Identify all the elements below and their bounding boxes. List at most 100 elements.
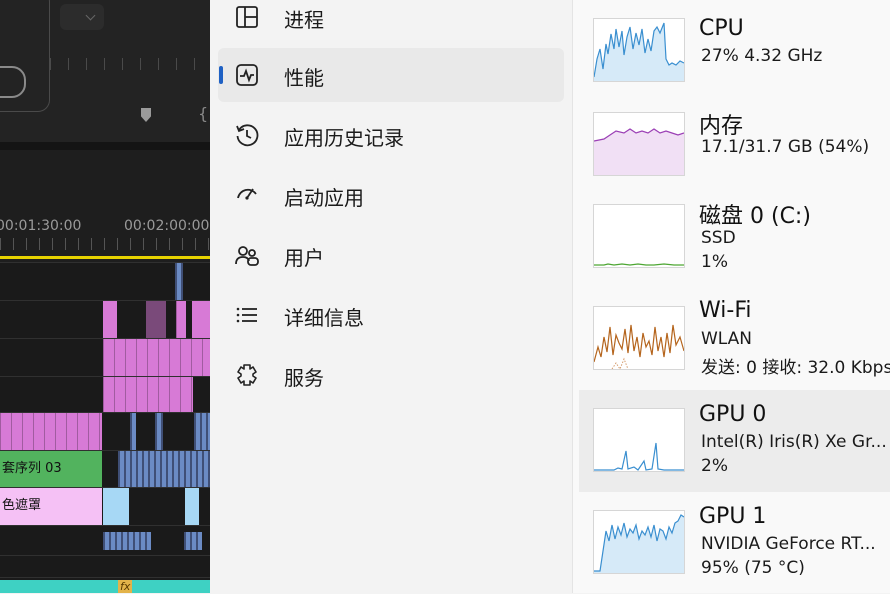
timeline-track[interactable] <box>0 555 210 578</box>
timeline-clip[interactable] <box>103 301 117 339</box>
timeline-clip[interactable] <box>146 301 166 339</box>
timeline-clip[interactable] <box>130 413 136 451</box>
timeline-clip[interactable] <box>103 532 151 550</box>
timeline-track[interactable] <box>0 525 210 556</box>
nav-item-label: 性能 <box>284 66 324 90</box>
timeline-track[interactable]: fx <box>0 577 210 593</box>
timeline-ruler <box>0 238 210 250</box>
perf-item-detail: 1% <box>701 252 728 272</box>
perf-item-name: GPU 0 <box>699 402 767 427</box>
perf-item-name: GPU 1 <box>699 504 767 529</box>
gpu-1-graph-chart <box>594 514 684 573</box>
wifi-graph <box>593 306 685 370</box>
processes-icon <box>236 6 258 28</box>
nav-item-details[interactable]: 详细信息 <box>218 288 564 342</box>
timeline-track[interactable] <box>0 300 210 339</box>
timeline-clip[interactable] <box>175 263 183 301</box>
task-manager-nav: 进程 性能 应用历史记录 启动应用 用户 详细信息 服务 <box>210 0 572 593</box>
timeline-track[interactable] <box>0 338 210 377</box>
timeline-clip[interactable] <box>0 413 102 451</box>
editor-toggle[interactable] <box>0 66 26 98</box>
perf-item-detail: 发送: 0 接收: 32.0 Kbps <box>701 358 890 378</box>
perf-item-memory[interactable]: 内存 17.1/31.7 GB (54%) <box>579 100 890 202</box>
perf-item-cpu[interactable]: CPU 27% 4.32 GHz <box>579 0 890 102</box>
perf-item-detail: 17.1/31.7 GB (54%) <box>701 137 870 157</box>
timeline-clip[interactable]: 色遮罩 <box>0 488 102 526</box>
editor-top-panel: { <box>0 0 210 142</box>
performance-list: CPU 27% 4.32 GHz 内存 17.1/31.7 GB (54%) 磁… <box>572 0 890 593</box>
perf-item-disk[interactable]: 磁盘 0 (C:) SSD 1% <box>579 192 890 294</box>
perf-item-detail: WLAN <box>701 329 753 349</box>
wifi-graph-chart <box>594 324 684 369</box>
timeline-clip[interactable] <box>103 339 210 377</box>
memory-graph <box>593 112 685 176</box>
gpu-0-graph <box>593 408 685 472</box>
timeline-track[interactable]: 套序列 03 <box>0 450 210 488</box>
nav-item-processes[interactable]: 进程 <box>218 0 564 44</box>
timeline-clip[interactable] <box>103 488 129 526</box>
timeline-clip[interactable] <box>194 413 210 451</box>
clip-label: 套序列 03 <box>2 461 62 476</box>
timecode: 00:02:00:00 <box>124 218 210 234</box>
perf-item-name: Wi-Fi <box>699 298 752 323</box>
memory-graph-chart <box>594 128 684 175</box>
perf-item-detail: Intel(R) Iris(R) Xe Gr... <box>701 432 887 452</box>
perf-item-detail: SSD <box>701 228 736 248</box>
timeline-clip[interactable]: fx <box>0 580 210 593</box>
marker-icon[interactable] <box>141 108 151 122</box>
timeline-track[interactable] <box>0 376 210 413</box>
timecode: 00:01:30:00 <box>0 218 82 234</box>
nav-item-label: 用户 <box>284 246 324 270</box>
timeline-track[interactable] <box>0 262 210 301</box>
editor-dropdown[interactable] <box>60 4 104 30</box>
nav-item-startup-apps[interactable]: 启动应用 <box>218 168 564 222</box>
editor-ruler <box>50 58 210 70</box>
timeline-clip[interactable] <box>103 377 193 413</box>
timeline-work-area-bar[interactable] <box>0 256 210 259</box>
selection-indicator <box>219 66 223 84</box>
perf-item-name: 磁盘 0 (C:) <box>699 204 811 229</box>
timeline-track[interactable]: 色遮罩 <box>0 487 210 526</box>
services-icon <box>237 364 257 386</box>
nav-item-performance[interactable]: 性能 <box>218 48 564 102</box>
fx-badge[interactable]: fx <box>118 580 133 593</box>
perf-item-detail: NVIDIA GeForce RT... <box>701 534 876 554</box>
timeline-clip[interactable] <box>184 532 202 550</box>
timeline-clip[interactable] <box>192 301 210 339</box>
perf-item-detail: 95% (75 °C) <box>701 558 805 578</box>
perf-item-detail: 27% 4.32 GHz <box>701 46 823 66</box>
nav-item-label: 应用历史记录 <box>284 126 404 150</box>
editor-separator <box>0 142 210 150</box>
nav-item-label: 详细信息 <box>284 306 364 330</box>
cpu-graph-chart <box>594 22 684 81</box>
timeline-clip[interactable]: 套序列 03 <box>0 451 102 488</box>
video-editor-panel: { 00:01:30:00 00:02:00:00 套序列 03 色遮罩 fx <box>0 0 210 593</box>
nav-item-label: 启动应用 <box>284 186 364 210</box>
nav-item-services[interactable]: 服务 <box>218 348 564 402</box>
perf-item-gpu-0[interactable]: GPU 0 Intel(R) Iris(R) Xe Gr... 2% <box>579 390 890 492</box>
perf-item-wifi[interactable]: Wi-Fi WLAN 发送: 0 接收: 32.0 Kbps <box>579 294 890 396</box>
disk-graph <box>593 204 685 268</box>
brace-icon: { <box>198 104 209 123</box>
timeline-track[interactable] <box>0 412 210 451</box>
perf-item-name: 内存 <box>699 114 744 139</box>
app-history-icon <box>236 124 259 147</box>
timeline-clip[interactable] <box>118 451 210 488</box>
details-icon <box>236 307 257 323</box>
perf-item-gpu-1[interactable]: GPU 1 NVIDIA GeForce RT... 95% (75 °C) <box>579 492 890 594</box>
perf-item-name: CPU <box>699 16 744 41</box>
performance-icon <box>236 64 258 86</box>
startup-apps-icon <box>237 188 257 200</box>
timeline-clip[interactable] <box>185 488 199 526</box>
timeline-clip[interactable] <box>176 301 186 339</box>
gpu-0-graph-chart <box>594 442 684 471</box>
disk-graph-chart <box>594 263 684 266</box>
nav-item-app-history[interactable]: 应用历史记录 <box>218 108 564 162</box>
gpu-1-graph <box>593 510 685 574</box>
nav-item-label: 进程 <box>284 8 324 32</box>
users-icon <box>235 246 259 266</box>
nav-item-label: 服务 <box>284 366 324 390</box>
cpu-graph <box>593 18 685 82</box>
nav-item-users[interactable]: 用户 <box>218 228 564 282</box>
timeline-clip[interactable] <box>155 413 163 451</box>
